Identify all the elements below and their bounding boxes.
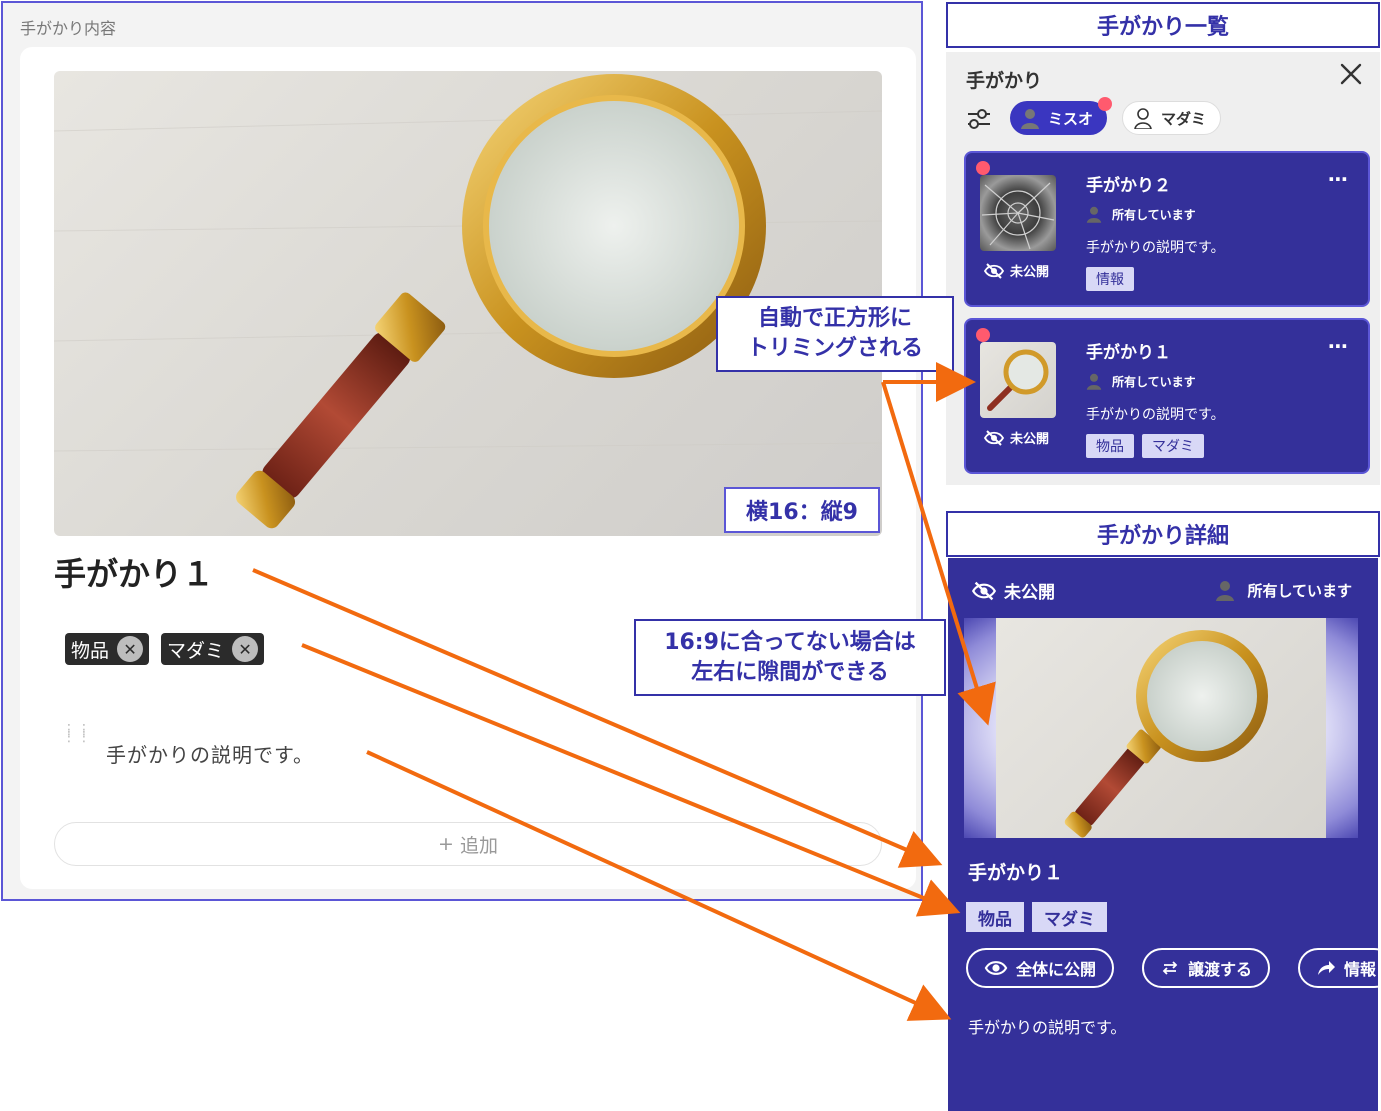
detail-image-arrow [881,381,996,726]
description-arrow [366,750,952,1021]
title-arrow [252,568,943,868]
annotation-arrows [252,362,996,1021]
